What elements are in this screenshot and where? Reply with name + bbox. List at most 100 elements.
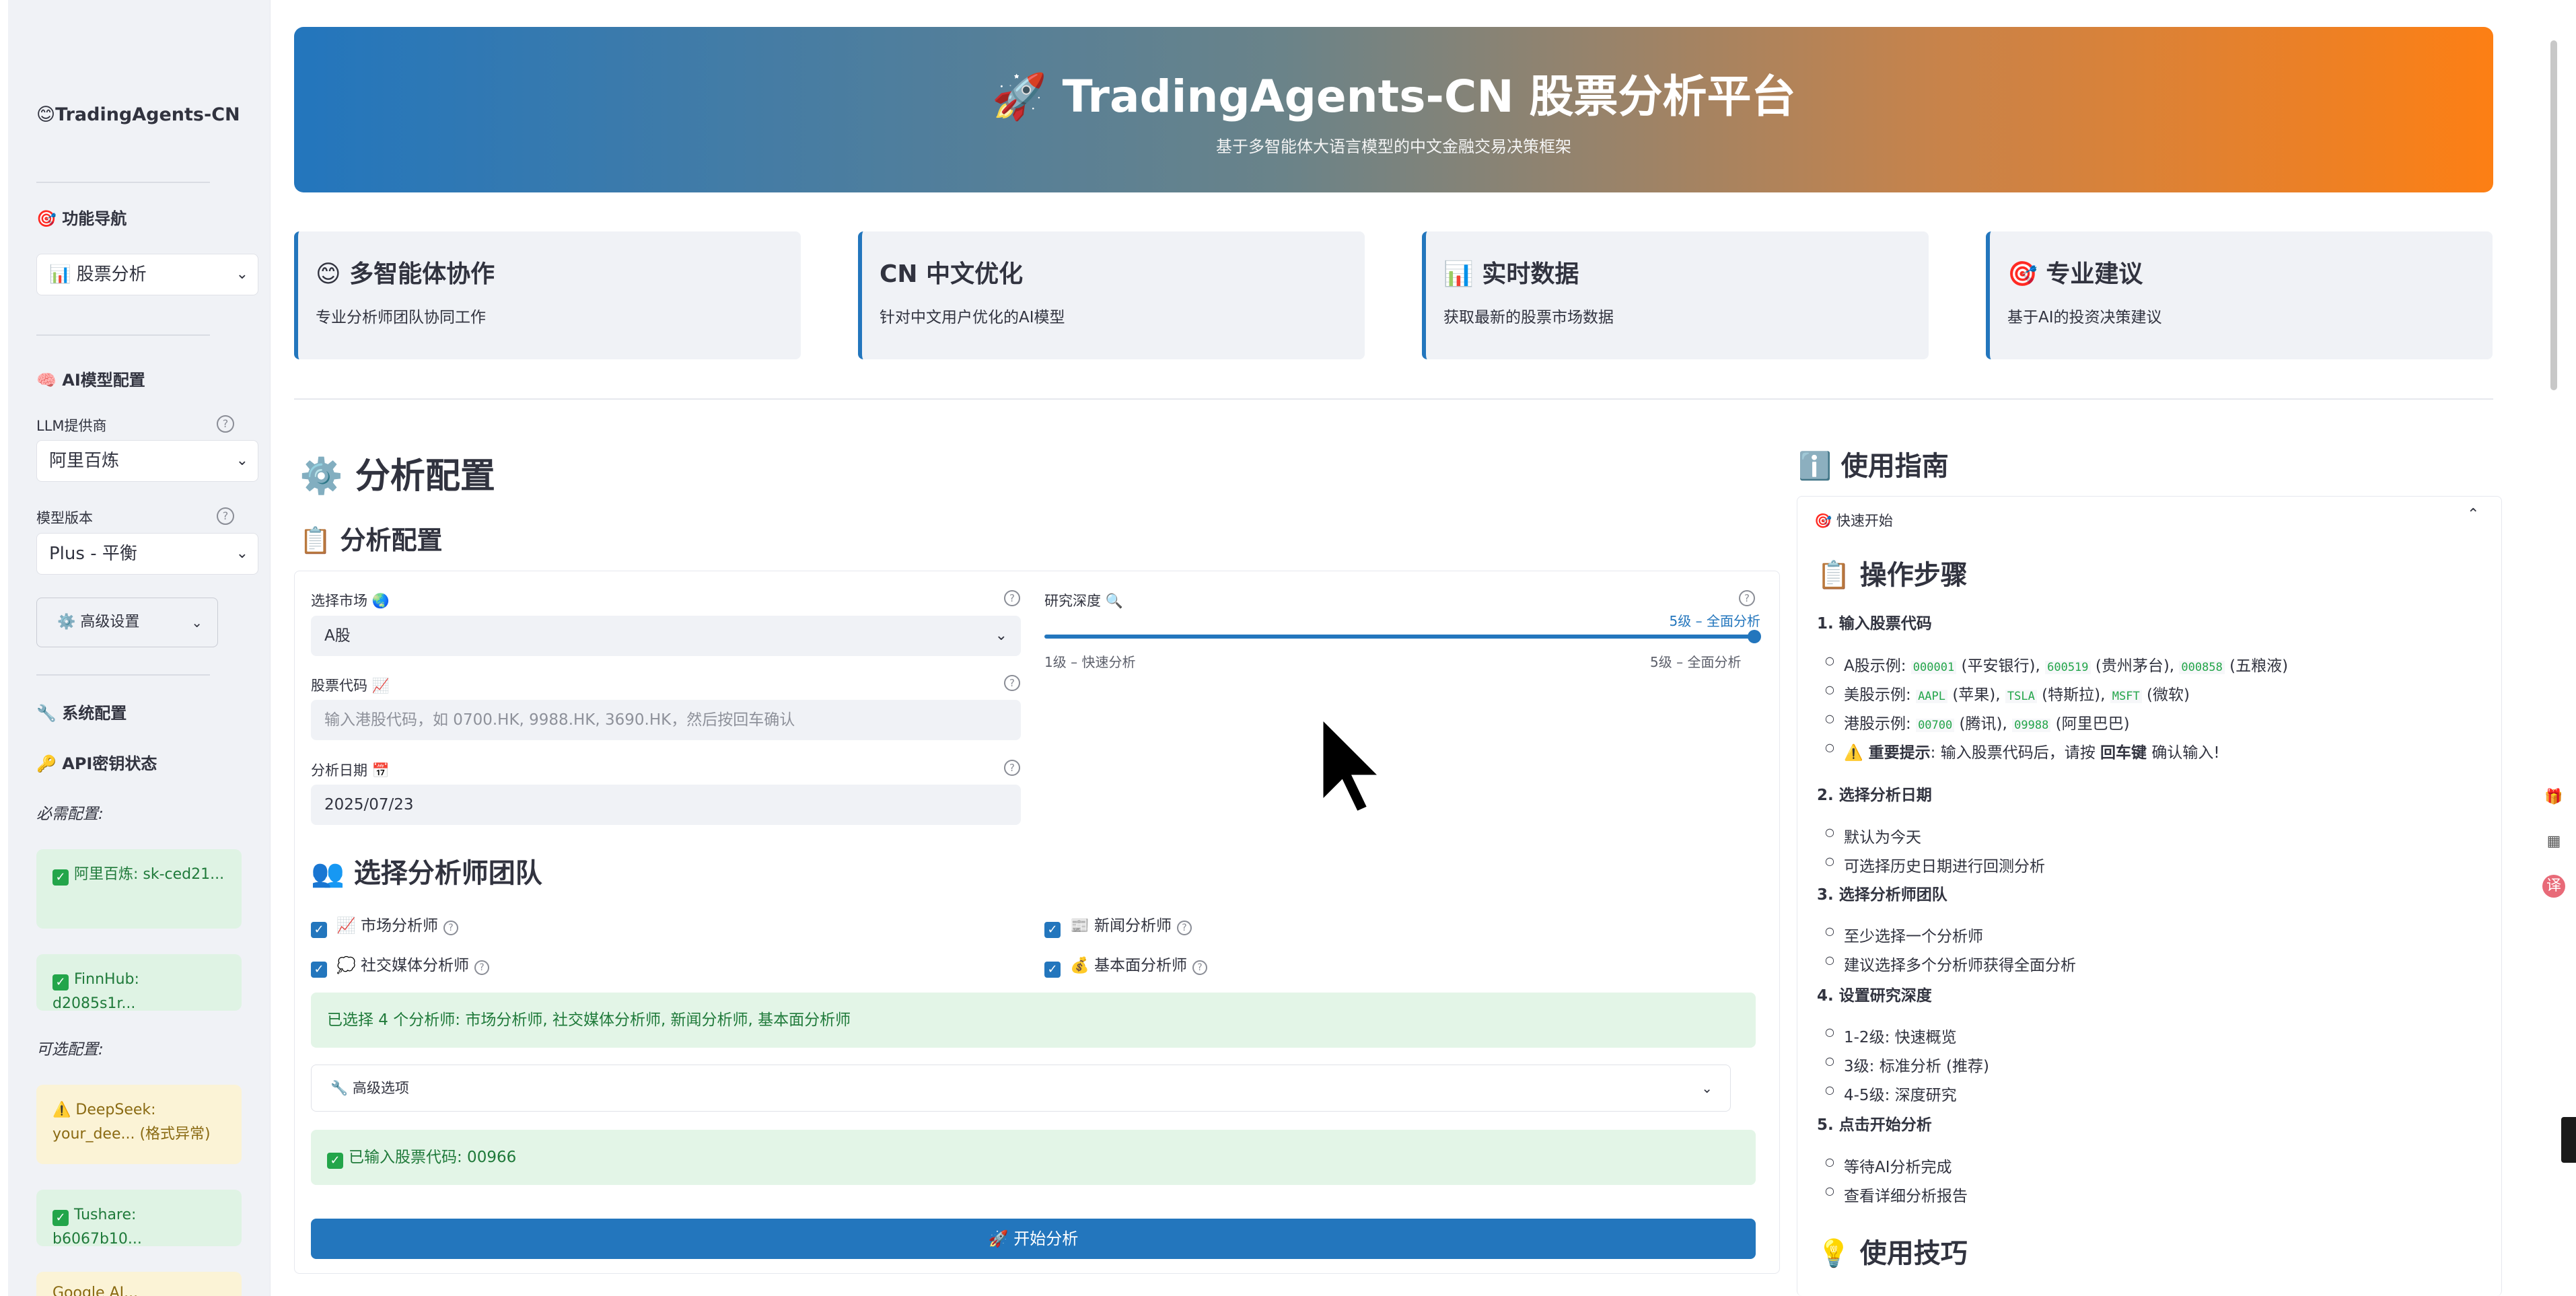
check-icon: ✓ [52,1210,69,1226]
step-title: 4. 设置研究深度 [1817,987,1932,1005]
api-status-card: ✓ Tushare: b6067b10... [36,1190,242,1248]
market-label: 选择市场 🌏 [311,593,390,609]
translate-icon[interactable]: 译 [2542,875,2565,898]
help-icon[interactable]: ? [1192,960,1207,975]
analyst-checkbox-social[interactable]: ✓ 💭 社交媒体分析师? [311,952,489,978]
llm-provider-value: 阿里百炼 [49,451,120,471]
chevron-up-icon[interactable]: ⌃ [2467,506,2479,523]
api-status-text: Google AI... [52,1285,139,1296]
divider [36,334,210,336]
market-select[interactable]: A股 ⌄ [311,616,1021,656]
analyst-checkbox-news[interactable]: ✓ 📰 新闻分析师? [1044,912,1192,938]
market-select-value: A股 [324,627,351,645]
analyst-label: 📈 市场分析师 [336,917,438,935]
gift-icon[interactable]: 🎁 [2542,786,2565,809]
feature-desc: 专业分析师团队协同工作 [316,309,486,326]
help-icon[interactable]: ? [217,415,234,433]
chevron-down-icon: ⌄ [191,614,203,631]
list-item: 建议选择多个分析师获得全面分析 [1825,952,2076,975]
step-title: 5. 点击开始分析 [1817,1116,1932,1134]
help-icon[interactable]: ? [1004,675,1020,691]
stock-code-label: 股票代码 📈 [311,678,390,694]
help-icon[interactable]: ? [1004,590,1020,606]
checkbox[interactable]: ✓ [311,922,327,938]
checkbox[interactable]: ✓ [1044,962,1061,978]
checkbox[interactable]: ✓ [1044,922,1061,938]
check-icon: ✓ [327,1153,343,1169]
form-heading: 📋 分析配置 [299,526,443,555]
advanced-settings-button[interactable]: ⚙️ 高级设置 ⌄ [36,598,218,647]
list-item: ⚠️ 重要提示: 输入股票代码后，请按 回车键 确认输入! [1825,740,2220,762]
entered-code-message: ✓ 已输入股票代码: 00966 [311,1130,1756,1185]
model-version-value: Plus - 平衡 [49,544,137,564]
page-subtitle: 基于多智能体大语言模型的中文金融交易决策框架 [1216,137,1571,156]
list-item: 等待AI分析完成 [1825,1154,1952,1177]
edge-tab[interactable] [2561,1117,2576,1163]
list-item: 至少选择一个分析师 [1825,923,1983,946]
feature-desc: 针对中文用户优化的AI模型 [880,309,1065,326]
help-icon[interactable]: ? [217,507,234,525]
slider-max-label: 5级 – 全面分析 [1650,654,1742,670]
feature-card: 📊 实时数据 获取最新的股票市场数据 [1422,231,1929,359]
steps-heading: 📋 操作步骤 [1817,560,1968,591]
checkbox[interactable]: ✓ [311,962,327,978]
api-status-card: ✓ 阿里百炼: sk-ced21... [36,849,242,929]
tips-heading: 💡 使用技巧 [1817,1238,1968,1269]
stock-code-placeholder: 输入港股代码，如 0700.HK, 9988.HK, 3690.HK，然后按回车… [324,711,795,729]
grid-icon[interactable]: ▦ [2542,830,2565,853]
analysis-date-value: 2025/07/23 [324,796,414,814]
llm-provider-select[interactable]: 阿里百炼 ⌄ [36,440,258,482]
list-item: 1-2级: 快速概览 [1825,1024,1957,1047]
help-icon[interactable]: ? [1739,590,1755,606]
slider-thumb[interactable] [1748,630,1761,643]
list-item: 美股示例: AAPL (苹果), TSLA (特斯拉), MSFT (微软) [1825,682,2190,705]
analyst-label: 💰 基本面分析师 [1070,957,1187,974]
feature-title: CN 中文优化 [880,260,1024,288]
list-item: 可选择历史日期进行回测分析 [1825,853,2045,876]
check-icon: ✓ [52,869,69,886]
list-item: 港股示例: 00700 (腾讯), 09988 (阿里巴巴) [1825,711,2130,733]
advanced-settings-label: ⚙️ 高级设置 [57,614,140,631]
list-item: 查看详细分析报告 [1825,1183,1968,1206]
nav-select[interactable]: 📊 股票分析 ⌄ [36,254,258,295]
analyst-checkbox-fundamentals[interactable]: ✓ 💰 基本面分析师? [1044,952,1207,978]
chevron-down-icon: ⌄ [236,545,248,562]
page-scrollbar[interactable] [2550,40,2557,390]
nav-heading: 🎯 功能导航 [36,209,127,228]
stock-code-input[interactable]: 输入港股代码，如 0700.HK, 9988.HK, 3690.HK，然后按回车… [311,700,1021,740]
quick-start-toggle[interactable]: 🎯 快速开始 [1814,510,1893,530]
step-title: 3. 选择分析师团队 [1817,886,1947,904]
analysis-date-label: 分析日期 📅 [311,762,390,779]
divider [294,398,2493,400]
sidebar: 😊TradingAgents-CN 🎯 功能导航 📊 股票分析 ⌄ 🧠 AI模型… [8,0,271,1296]
help-icon[interactable]: ? [1176,921,1192,935]
help-icon[interactable]: ? [1004,760,1020,776]
chevron-down-icon: ⌄ [1701,1080,1713,1096]
team-heading: 👥 选择分析师团队 [311,858,542,889]
api-key-status-heading: 🔑 API密钥状态 [36,754,157,773]
api-status-card: ⚠️ DeepSeek: your_dee... (格式异常) [36,1085,242,1164]
analyst-label: 💭 社交媒体分析师 [336,957,469,974]
warning-icon: ⚠️ [52,1102,76,1118]
research-depth-label: 研究深度 🔍 [1044,593,1123,609]
model-version-select[interactable]: Plus - 平衡 ⌄ [36,533,258,575]
analysis-date-input[interactable]: 2025/07/23 [311,785,1021,825]
page-title: 🚀 TradingAgents-CN 股票分析平台 [991,71,1796,122]
analyst-checkbox-market[interactable]: ✓ 📈 市场分析师? [311,912,458,938]
api-status-card: ✓ FinnHub: d2085s1r... [36,954,242,1012]
advanced-options-expander[interactable]: 🔧 高级选项 ⌄ [311,1065,1731,1112]
feature-title: 📊 实时数据 [1443,260,1579,288]
help-icon[interactable]: ? [474,960,489,975]
mouse-cursor-icon [1320,715,1386,816]
analyst-label: 📰 新闻分析师 [1070,917,1172,935]
help-icon[interactable]: ? [443,921,458,935]
feature-title: 🎯 专业建议 [2007,260,2143,288]
step-title: 1. 输入股票代码 [1817,615,1932,633]
chevron-down-icon: ⌄ [995,627,1007,644]
feature-desc: 基于AI的投资决策建议 [2007,309,2162,326]
start-analysis-button[interactable]: 🚀 开始分析 [311,1219,1756,1259]
chevron-down-icon: ⌄ [236,452,248,469]
list-item: A股示例: 000001 (平安银行), 600519 (贵州茅台), 0008… [1825,653,2288,676]
research-depth-slider[interactable] [1044,635,1756,639]
feature-desc: 获取最新的股票市场数据 [1443,309,1614,326]
